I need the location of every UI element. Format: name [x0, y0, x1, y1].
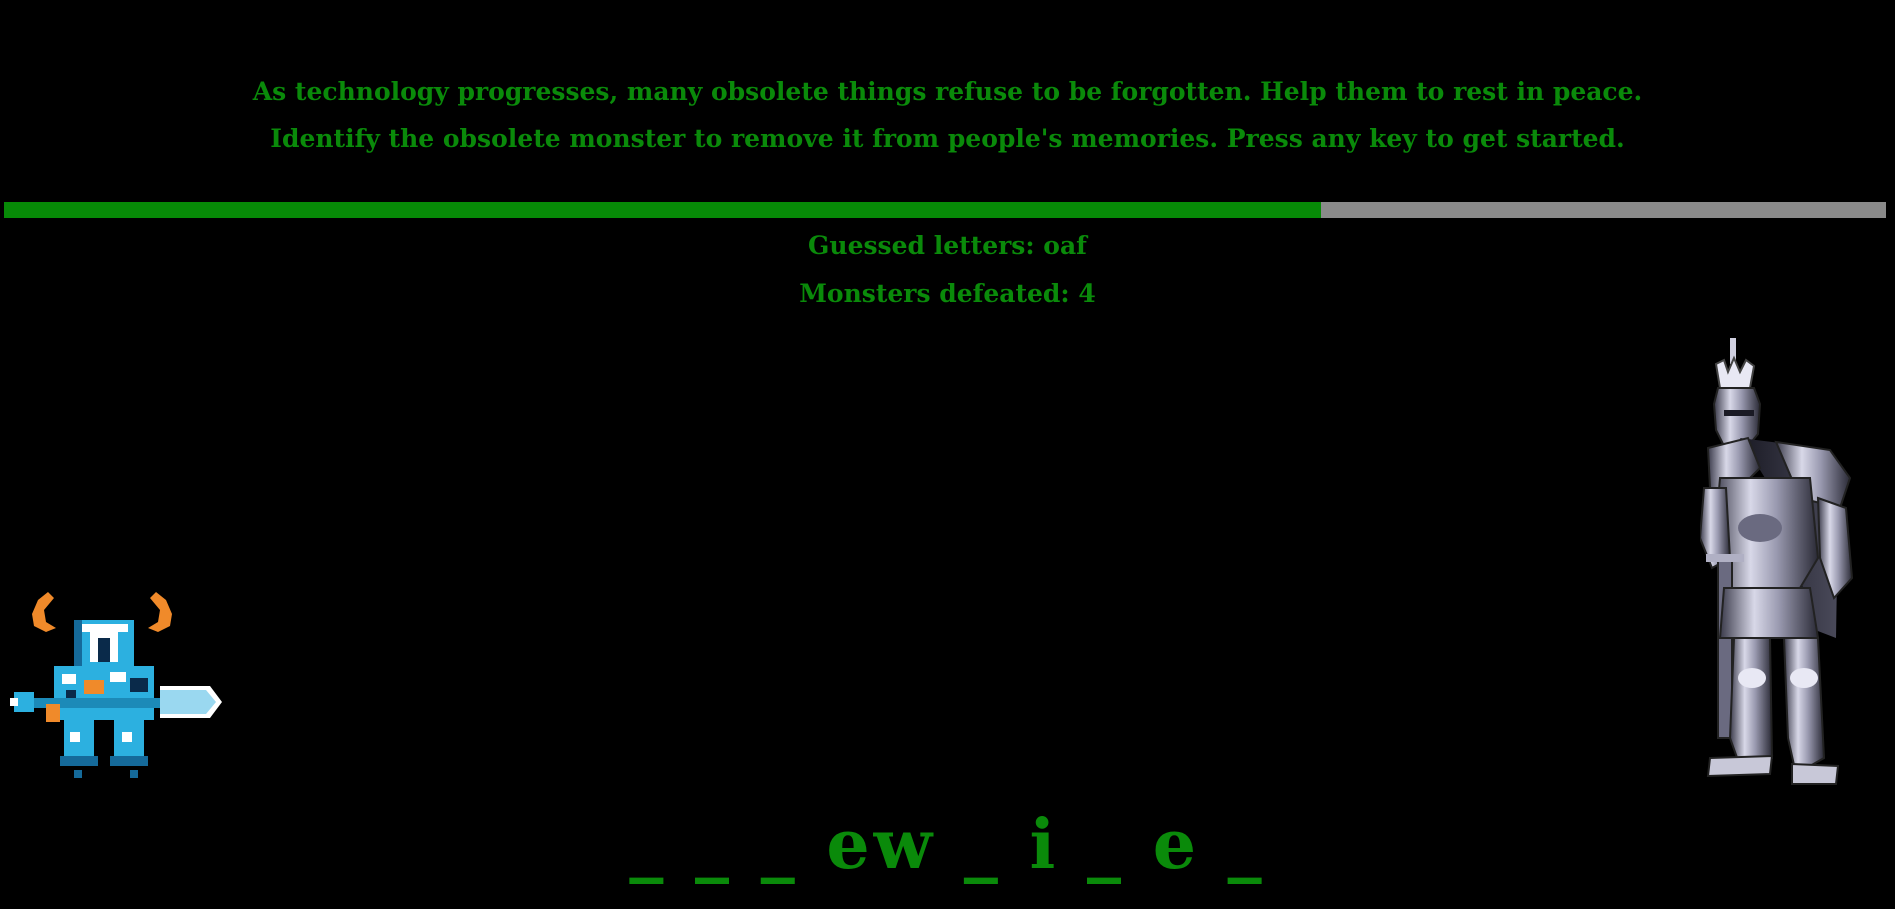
- monster-knight-sprite: [1698, 338, 1860, 786]
- guessed-letters: Guessed letters: oaf: [808, 231, 1087, 260]
- intro-line-1: As technology progresses, many obsolete …: [252, 77, 1643, 106]
- health-bar-fill: [4, 202, 1322, 218]
- stats-panel: Guessed letters: oaf Monsters defeated: …: [0, 222, 1895, 318]
- player-knight-sprite: [10, 586, 232, 796]
- intro-text: As technology progresses, many obsolete …: [0, 68, 1895, 162]
- health-bar: [4, 202, 1886, 218]
- armored-knight-icon: [1698, 338, 1854, 785]
- hidden-word: _ _ _ ew _ i _ e _: [629, 805, 1266, 885]
- monsters-defeated: Monsters defeated: 4: [799, 279, 1096, 308]
- intro-line-2: Identify the obsolete monster to remove …: [270, 124, 1625, 153]
- player-knight-icon: [10, 592, 222, 778]
